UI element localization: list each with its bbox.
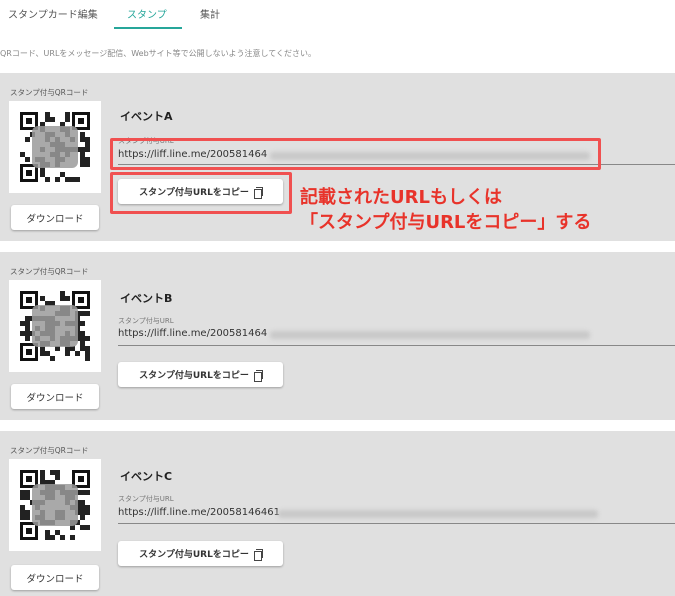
copy-url-button[interactable]: スタンプ付与URLをコピー xyxy=(118,541,283,566)
copy-url-label: スタンプ付与URLをコピー xyxy=(139,550,249,560)
qr-code xyxy=(9,101,101,193)
copy-button-highlight-box xyxy=(110,172,292,214)
url-field[interactable]: https://liff.line.me/20058146461 xyxy=(118,507,280,518)
stamp-card-event-b: スタンプ付与QRコード ダウンロード イベントB スタンプ付与URL https… xyxy=(0,252,675,420)
stamp-card-event-c: スタンプ付与QRコード ダウンロード イベントC スタンプ付与URL https… xyxy=(0,431,675,596)
event-title: イベントA xyxy=(120,110,173,123)
copy-icon xyxy=(253,548,263,561)
tab-bar: スタンプカード編集 スタンプ 集計 xyxy=(0,0,675,30)
qr-label: スタンプ付与QRコード xyxy=(10,88,89,97)
event-title: イベントB xyxy=(120,292,173,305)
annotation-line-1: 記載されたURLもしくは xyxy=(300,187,502,208)
url-field[interactable]: https://liff.line.me/200581464 xyxy=(118,328,267,339)
url-underline xyxy=(118,523,675,524)
qr-label: スタンプ付与QRコード xyxy=(10,446,89,455)
url-redaction xyxy=(270,331,590,339)
qr-code-image xyxy=(20,112,90,182)
download-button[interactable]: ダウンロード xyxy=(11,384,99,409)
qr-code xyxy=(9,280,101,372)
copy-url-label: スタンプ付与URLをコピー xyxy=(139,371,249,381)
download-button[interactable]: ダウンロード xyxy=(11,565,99,590)
url-label: スタンプ付与URL xyxy=(118,317,174,325)
notice-text: QRコード、URLをメッセージ配信、Webサイト等で公開しないよう注意してくださ… xyxy=(0,49,317,58)
event-title: イベントC xyxy=(120,470,173,483)
url-highlight-box xyxy=(110,138,601,170)
qr-code xyxy=(9,459,101,551)
copy-icon xyxy=(253,369,263,382)
tab-summary[interactable]: 集計 xyxy=(200,6,220,21)
active-tab-indicator xyxy=(114,27,182,29)
qr-code-image xyxy=(20,470,90,540)
url-redaction xyxy=(278,510,598,518)
copy-url-button[interactable]: スタンプ付与URLをコピー xyxy=(118,362,283,387)
tab-stamp[interactable]: スタンプ xyxy=(127,6,167,21)
url-label: スタンプ付与URL xyxy=(118,495,174,503)
qr-label: スタンプ付与QRコード xyxy=(10,267,89,276)
url-underline xyxy=(118,345,675,346)
tab-stamp-card-edit[interactable]: スタンプカード編集 xyxy=(8,6,98,21)
annotation-line-2: 「スタンプ付与URLをコピー」する xyxy=(300,212,592,233)
download-button[interactable]: ダウンロード xyxy=(11,205,99,230)
qr-code-image xyxy=(20,291,90,361)
